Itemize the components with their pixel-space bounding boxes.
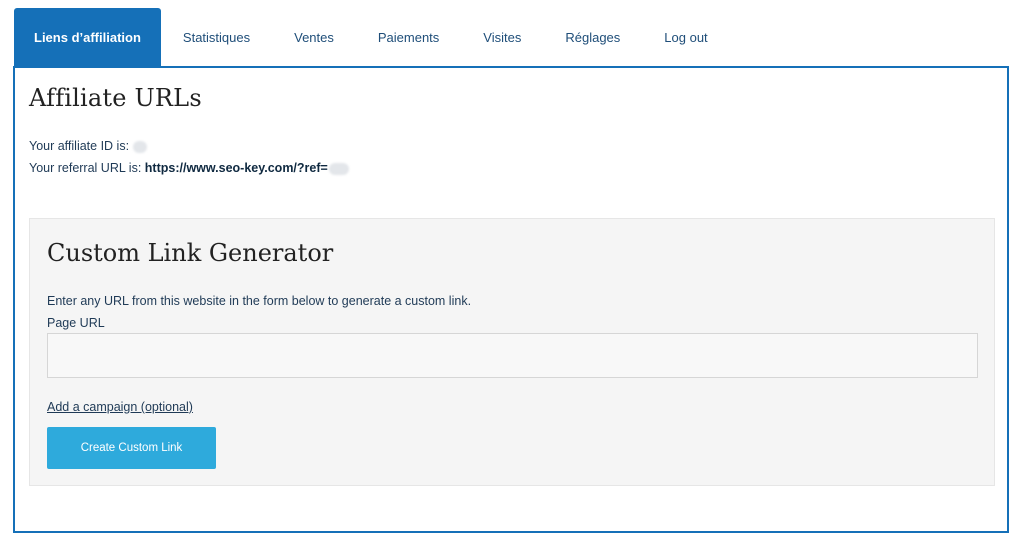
tab-visites[interactable]: Visites xyxy=(461,8,543,66)
tab-paiements[interactable]: Paiements xyxy=(356,8,461,66)
add-campaign-link[interactable]: Add a campaign (optional) xyxy=(47,400,193,414)
tab-bar: Liens d’affiliation Statistiques Ventes … xyxy=(14,8,730,66)
generator-description: Enter any URL from this website in the f… xyxy=(47,294,472,308)
generator-title: Custom Link Generator xyxy=(47,239,334,267)
affiliate-panel: Affiliate URLs Your affiliate ID is: You… xyxy=(13,66,1009,533)
tab-statistiques[interactable]: Statistiques xyxy=(161,8,272,66)
create-custom-link-button[interactable]: Create Custom Link xyxy=(47,427,216,469)
page-url-label: Page URL xyxy=(47,316,105,330)
affiliate-id-line: Your affiliate ID is: xyxy=(29,139,148,153)
referral-url-line: Your referral URL is: https://www.seo-ke… xyxy=(29,161,349,175)
tab-liens-affiliation[interactable]: Liens d’affiliation xyxy=(14,8,161,66)
page-title: Affiliate URLs xyxy=(29,84,202,112)
custom-link-generator: Custom Link Generator Enter any URL from… xyxy=(29,218,995,486)
referral-url-label: Your referral URL is: xyxy=(29,161,142,175)
tab-log-out[interactable]: Log out xyxy=(642,8,729,66)
tab-reglages[interactable]: Réglages xyxy=(543,8,642,66)
affiliate-id-redacted xyxy=(133,140,148,153)
page-url-input[interactable] xyxy=(47,333,978,378)
affiliate-id-label: Your affiliate ID is: xyxy=(29,139,130,153)
referral-url-value: https://www.seo-key.com/?ref= xyxy=(144,161,328,175)
referral-id-redacted xyxy=(328,162,349,175)
tab-ventes[interactable]: Ventes xyxy=(272,8,356,66)
